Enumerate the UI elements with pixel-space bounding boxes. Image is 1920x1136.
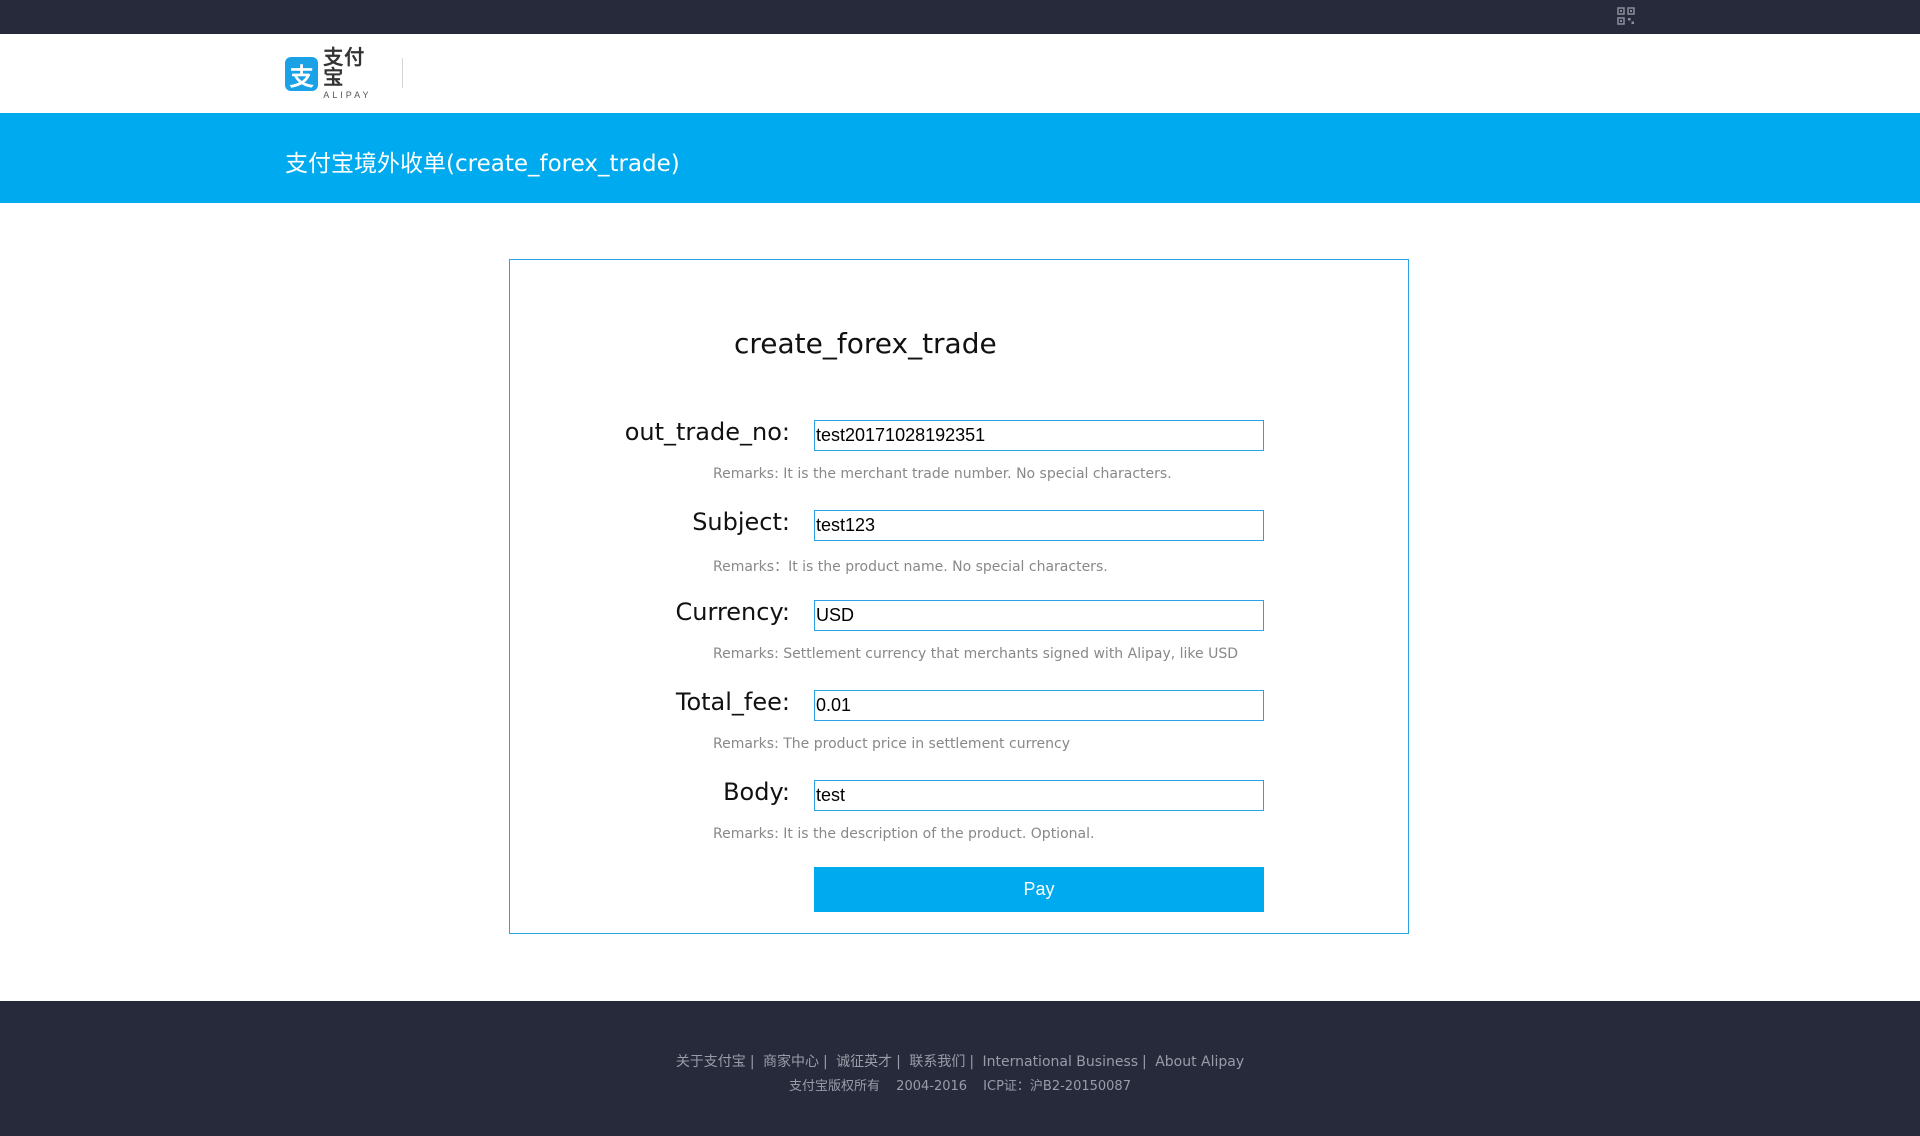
logo-text-cn: 支付宝 <box>323 47 366 89</box>
footer-link-about-alipay[interactable]: About Alipay <box>1155 1054 1244 1070</box>
footer-link-merchant[interactable]: 商家中心 <box>763 1054 819 1070</box>
logo-text-en: ALIPAY <box>323 90 372 100</box>
form-title: create_forex_trade <box>734 327 997 360</box>
subject-remark: Remarks：It is the product name. No speci… <box>713 559 1108 575</box>
currency-remark: Remarks: Settlement currency that mercha… <box>713 646 1238 662</box>
footer-link-careers[interactable]: 诚征英才 <box>836 1054 892 1070</box>
page-title: 支付宝境外收单(create_forex_trade) <box>285 151 680 177</box>
alipay-logo[interactable]: 支 支付宝 ALIPAY <box>285 48 385 100</box>
out-trade-no-label: out_trade_no: <box>624 418 790 446</box>
footer-link-about-cn[interactable]: 关于支付宝 <box>676 1054 746 1070</box>
subject-label: Subject: <box>692 508 790 536</box>
pay-button[interactable]: Pay <box>814 867 1264 912</box>
out-trade-no-input[interactable]: test20171028192351 <box>814 420 1264 451</box>
total-fee-label: Total_fee: <box>675 688 790 716</box>
qr-code-icon[interactable] <box>1617 7 1635 25</box>
copyright-text: 支付宝版权所有 <box>789 1079 881 1094</box>
currency-label: Currency: <box>675 598 790 626</box>
body-label: Body: <box>723 778 790 806</box>
footer-links: 关于支付宝 | 商家中心 | 诚征英才 | 联系我们 | International B… <box>0 1051 1920 1071</box>
copyright-years: 2004-2016 <box>896 1079 968 1094</box>
icp-license: ICP证：沪B2-20150087 <box>983 1079 1131 1094</box>
body-remark: Remarks: It is the description of the pr… <box>713 826 1095 842</box>
out-trade-no-remark: Remarks: It is the merchant trade number… <box>713 466 1172 482</box>
footer-separator: | <box>749 1054 755 1070</box>
body-input[interactable]: test <box>814 780 1264 811</box>
footer-link-international[interactable]: International Business <box>983 1054 1139 1070</box>
footer-separator: | <box>1142 1054 1147 1070</box>
footer-link-contact[interactable]: 联系我们 <box>909 1054 965 1070</box>
logo-text: 支付宝 ALIPAY <box>323 48 385 100</box>
footer-separator: | <box>896 1054 901 1070</box>
footer-separator: | <box>969 1054 975 1070</box>
footer-copyright: 支付宝版权所有 2004-2016 ICP证：沪B2-20150087 <box>0 1075 1920 1094</box>
header-divider <box>402 58 403 88</box>
total-fee-remark: Remarks: The product price in settlement… <box>713 736 1070 752</box>
subject-input[interactable]: test123 <box>814 510 1264 541</box>
total-fee-input[interactable]: 0.01 <box>814 690 1264 721</box>
footer-separator: | <box>822 1054 828 1070</box>
currency-input[interactable]: USD <box>814 600 1264 631</box>
alipay-logo-icon: 支 <box>285 57 319 91</box>
